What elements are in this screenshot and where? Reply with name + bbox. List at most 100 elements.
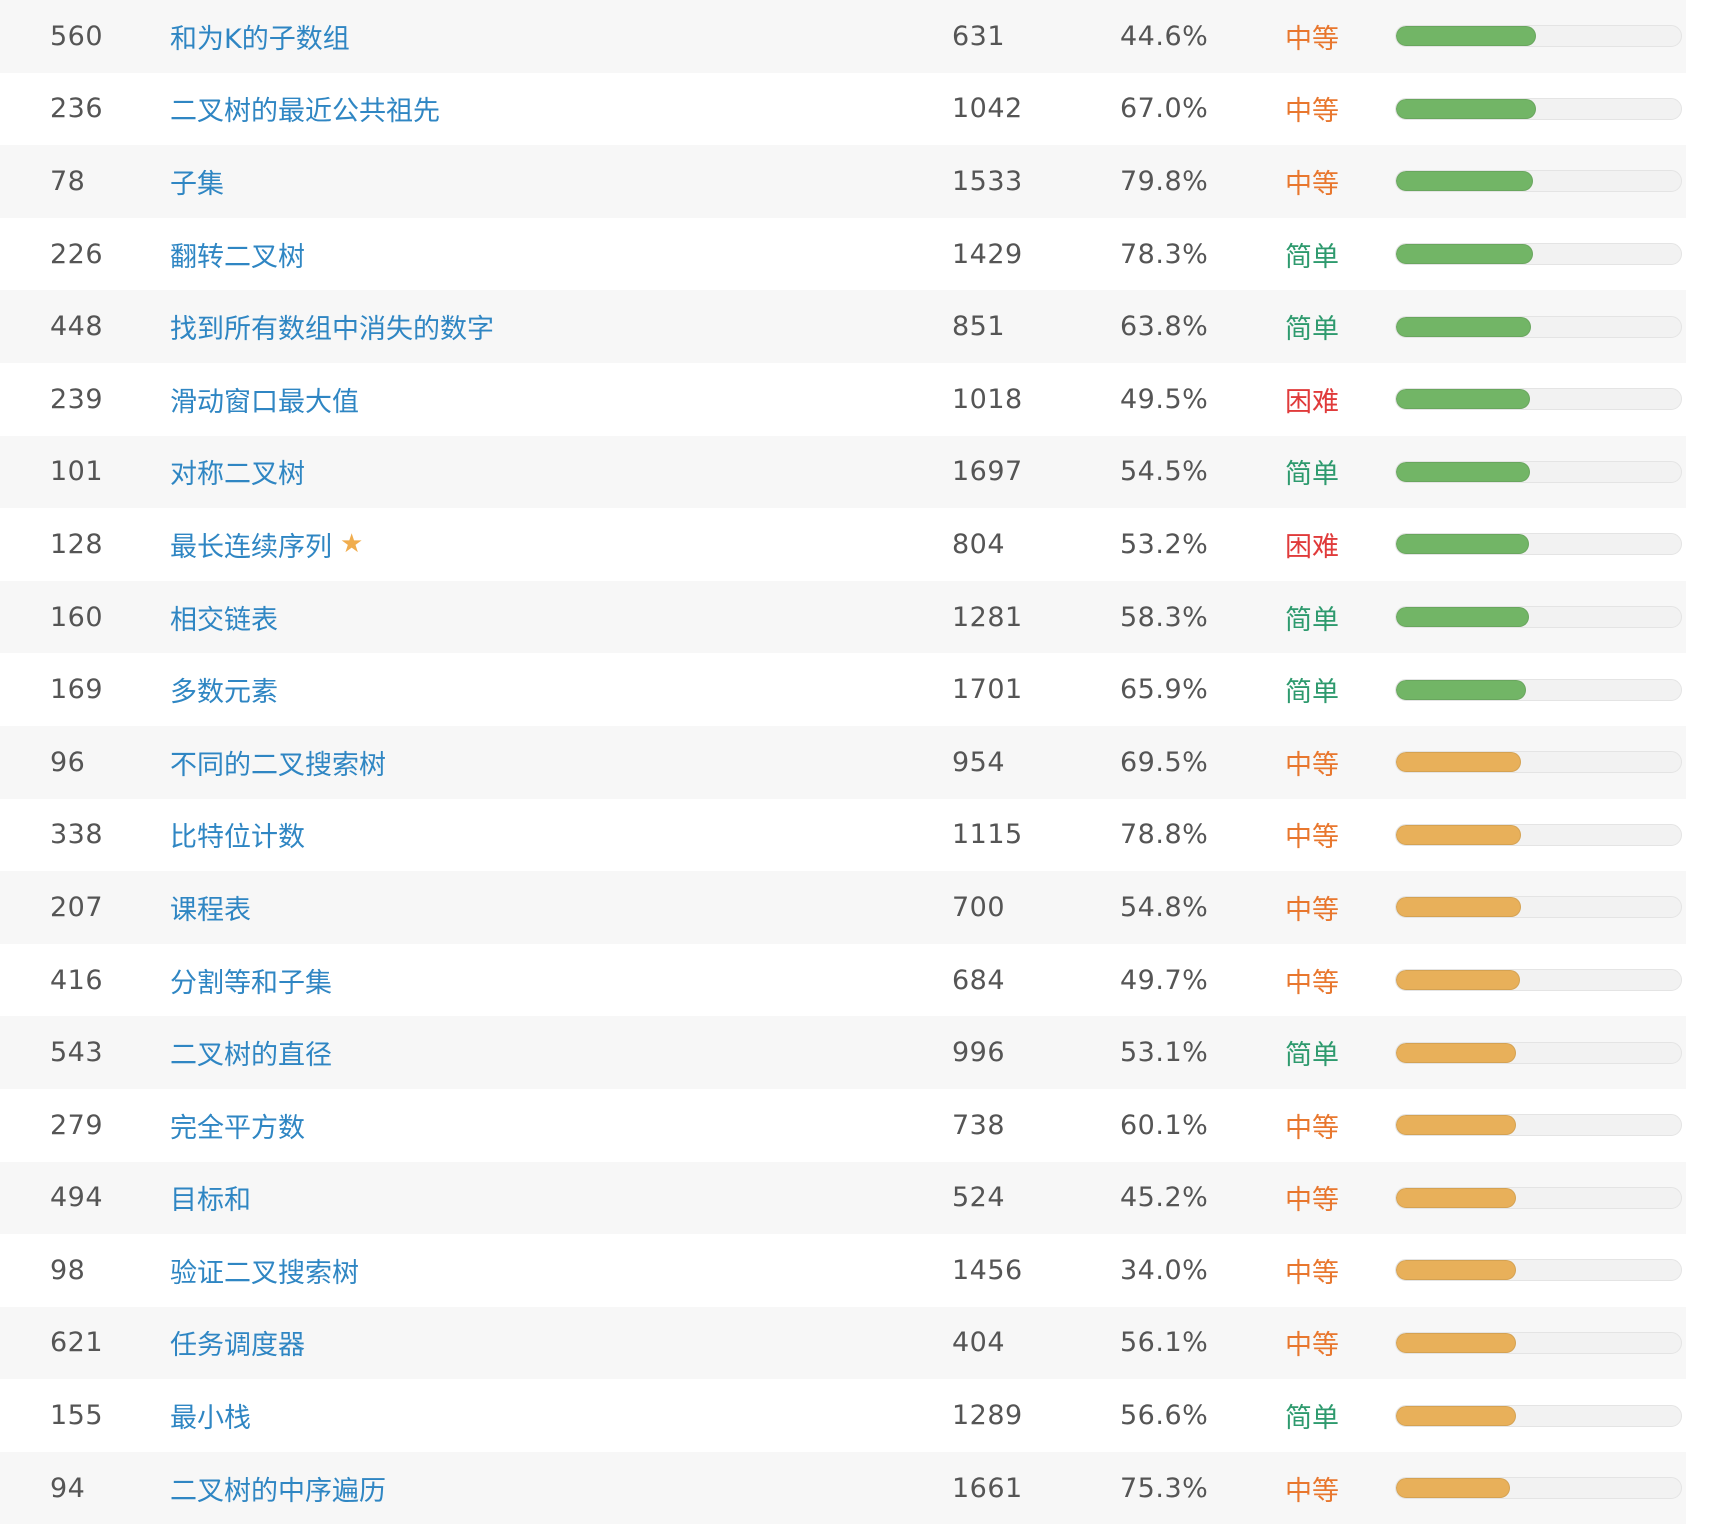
table-row[interactable]: 98 验证二叉搜索树 1456 34.0% 中等 — [0, 1234, 1686, 1307]
table-row[interactable]: 621 任务调度器 404 56.1% 中等 — [0, 1306, 1686, 1380]
acceptance-rate: 54.5% — [1120, 456, 1209, 488]
frequency-bar — [1395, 1477, 1682, 1500]
table-row[interactable]: 101 对称二叉树 1697 54.5% 简单 — [0, 435, 1686, 509]
table-row[interactable]: 78 子集 1533 79.8% 中等 — [0, 145, 1686, 218]
difficulty-label: 简单 — [1285, 677, 1339, 709]
problem-title-link[interactable]: 和为K的子数组 — [170, 0, 350, 73]
problem-title-link[interactable]: 相交链表 — [170, 581, 278, 654]
problem-id: 98 — [50, 1254, 86, 1286]
problem-title-text[interactable]: 二叉树的直径 — [170, 1033, 332, 1072]
table-row[interactable]: 128 最长连续序列 ★ 804 53.2% 困难 — [0, 508, 1686, 581]
frequency-bar — [1395, 388, 1682, 411]
table-row[interactable]: 96 不同的二叉搜索树 954 69.5% 中等 — [0, 725, 1686, 799]
acceptance-rate: 58.3% — [1120, 601, 1209, 633]
frequency-bar — [1395, 243, 1682, 266]
table-row[interactable]: 160 相交链表 1281 58.3% 简单 — [0, 580, 1686, 654]
frequency-bar-fill — [1396, 316, 1532, 337]
frequency-bar — [1395, 896, 1682, 919]
table-row[interactable]: 226 翻转二叉树 1429 78.3% 简单 — [0, 218, 1686, 291]
problem-title-text[interactable]: 滑动窗口最大值 — [170, 380, 359, 419]
problem-title-text[interactable]: 二叉树的中序遍历 — [170, 1469, 386, 1508]
problem-title-link[interactable]: 二叉树的直径 — [170, 1016, 332, 1089]
frequency-bar — [1395, 170, 1682, 193]
table-row[interactable]: 279 完全平方数 738 60.1% 中等 — [0, 1089, 1686, 1162]
problem-id: 155 — [50, 1400, 104, 1432]
problem-title-text[interactable]: 比特位计数 — [170, 815, 305, 854]
table-row[interactable]: 94 二叉树的中序遍历 1661 75.3% 中等 — [0, 1451, 1686, 1524]
problem-title-text[interactable]: 和为K的子数组 — [170, 17, 350, 56]
problem-title-link[interactable]: 找到所有数组中消失的数字 — [170, 290, 494, 363]
difficulty-label: 简单 — [1285, 604, 1339, 636]
table-row[interactable]: 155 最小栈 1289 56.6% 简单 — [0, 1379, 1686, 1452]
table-row[interactable]: 416 分割等和子集 684 49.7% 中等 — [0, 944, 1686, 1017]
table-row[interactable]: 494 目标和 524 45.2% 中等 — [0, 1161, 1686, 1235]
problem-title-text[interactable]: 找到所有数组中消失的数字 — [170, 307, 494, 346]
problem-title-link[interactable]: 滑动窗口最大值 — [170, 363, 359, 436]
table-row[interactable]: 543 二叉树的直径 996 53.1% 简单 — [0, 1016, 1686, 1089]
acceptance-rate: 49.5% — [1120, 383, 1209, 415]
solution-count: 1533 — [952, 165, 1023, 197]
problem-title-text[interactable]: 翻转二叉树 — [170, 235, 305, 274]
table-row[interactable]: 236 二叉树的最近公共祖先 1042 67.0% 中等 — [0, 73, 1686, 146]
problem-title-link[interactable]: 最小栈 — [170, 1379, 251, 1452]
problem-title-text[interactable]: 任务调度器 — [170, 1323, 305, 1362]
problem-title-link[interactable]: 翻转二叉树 — [170, 218, 305, 291]
problem-title-text[interactable]: 目标和 — [170, 1178, 251, 1217]
table-row[interactable]: 560 和为K的子数组 631 44.6% 中等 — [0, 0, 1686, 73]
frequency-bar — [1395, 751, 1682, 774]
solution-count: 1018 — [952, 383, 1023, 415]
solution-count: 1661 — [952, 1472, 1023, 1504]
table-row[interactable]: 448 找到所有数组中消失的数字 851 63.8% 简单 — [0, 290, 1686, 363]
problem-title-text[interactable]: 多数元素 — [170, 670, 278, 709]
difficulty-label: 中等 — [1285, 96, 1339, 128]
acceptance-rate: 49.7% — [1120, 964, 1209, 996]
problem-title-link[interactable]: 子集 — [170, 145, 224, 218]
table-row[interactable]: 169 多数元素 1701 65.9% 简单 — [0, 653, 1686, 726]
acceptance-rate: 60.1% — [1120, 1109, 1209, 1141]
problem-id: 560 — [50, 20, 104, 52]
problem-title-text[interactable]: 课程表 — [170, 888, 251, 927]
frequency-bar — [1395, 1259, 1682, 1282]
problem-title-link[interactable]: 最长连续序列 ★ — [170, 508, 363, 581]
solution-count: 1456 — [952, 1254, 1023, 1286]
table-row[interactable]: 338 比特位计数 1115 78.8% 中等 — [0, 799, 1686, 872]
problem-id: 239 — [50, 383, 104, 415]
problem-title-link[interactable]: 二叉树的最近公共祖先 — [170, 73, 440, 146]
frequency-bar-fill — [1396, 897, 1522, 918]
problem-title-link[interactable]: 分割等和子集 — [170, 944, 332, 1017]
frequency-bar-fill — [1396, 1478, 1510, 1499]
problem-title-link[interactable]: 完全平方数 — [170, 1089, 305, 1162]
problem-title-link[interactable]: 不同的二叉搜索树 — [170, 726, 386, 799]
problem-id: 160 — [50, 601, 104, 633]
problem-title-text[interactable]: 最长连续序列 — [170, 525, 332, 564]
problem-title-text[interactable]: 二叉树的最近公共祖先 — [170, 89, 440, 128]
table-row[interactable]: 239 滑动窗口最大值 1018 49.5% 困难 — [0, 363, 1686, 436]
problem-title-text[interactable]: 相交链表 — [170, 598, 278, 637]
table-row[interactable]: 207 课程表 700 54.8% 中等 — [0, 871, 1686, 944]
frequency-bar-fill — [1396, 534, 1529, 555]
problem-title-link[interactable]: 目标和 — [170, 1162, 251, 1235]
problem-title-text[interactable]: 不同的二叉搜索树 — [170, 743, 386, 782]
problem-title-text[interactable]: 分割等和子集 — [170, 961, 332, 1000]
problem-title-text[interactable]: 对称二叉树 — [170, 452, 305, 491]
problem-id: 207 — [50, 891, 104, 923]
problem-title-text[interactable]: 完全平方数 — [170, 1106, 305, 1145]
problem-title-link[interactable]: 验证二叉搜索树 — [170, 1234, 359, 1307]
problem-title-link[interactable]: 课程表 — [170, 871, 251, 944]
problem-title-link[interactable]: 任务调度器 — [170, 1307, 305, 1380]
problem-id: 169 — [50, 674, 104, 706]
frequency-bar — [1395, 1041, 1682, 1064]
difficulty-label: 中等 — [1285, 1185, 1339, 1217]
problem-title-text[interactable]: 验证二叉搜索树 — [170, 1251, 359, 1290]
solution-count: 524 — [952, 1182, 1006, 1214]
problem-title-text[interactable]: 子集 — [170, 162, 224, 201]
problem-title-link[interactable]: 比特位计数 — [170, 799, 305, 872]
problem-title-link[interactable]: 二叉树的中序遍历 — [170, 1452, 386, 1524]
problem-id: 94 — [50, 1472, 86, 1504]
frequency-bar — [1395, 969, 1682, 992]
problem-title-link[interactable]: 多数元素 — [170, 653, 278, 726]
frequency-bar — [1395, 97, 1682, 120]
problem-title-link[interactable]: 对称二叉树 — [170, 436, 305, 509]
problem-title-text[interactable]: 最小栈 — [170, 1396, 251, 1435]
solution-count: 1697 — [952, 456, 1023, 488]
